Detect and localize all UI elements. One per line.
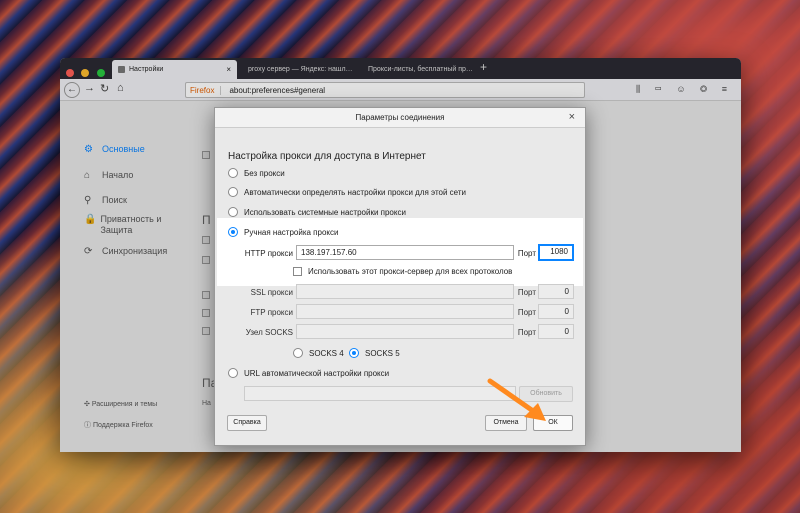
radio-system-proxy[interactable]: Использовать системные настройки прокси bbox=[228, 207, 406, 217]
sidebar-item-label: Основные bbox=[102, 144, 145, 154]
http-port-label: Порт bbox=[517, 249, 536, 258]
checkbox[interactable] bbox=[293, 267, 302, 276]
proxy-heading: Настройка прокси для доступа в Интернет bbox=[228, 151, 426, 162]
background-checkbox bbox=[202, 236, 210, 244]
socks-port-input[interactable]: 0 bbox=[538, 324, 574, 339]
auto-config-url-input[interactable] bbox=[244, 386, 516, 401]
sidebar-item-label: Синхронизация bbox=[102, 246, 168, 256]
ftp-port-label: Порт bbox=[517, 308, 536, 317]
radio-label: Ручная настройка прокси bbox=[244, 227, 339, 237]
tab-proxy-lists[interactable]: Прокси-листы, бесплатный пр… bbox=[358, 60, 476, 79]
ftp-proxy-input[interactable] bbox=[296, 304, 514, 319]
radio-button[interactable] bbox=[228, 168, 238, 178]
radio-label: SOCKS 4 bbox=[309, 348, 344, 358]
use-for-all-protocols[interactable]: Использовать этот прокси-сервер для всех… bbox=[293, 267, 512, 276]
tab-settings[interactable]: Настройки × bbox=[112, 60, 237, 79]
sidebar-item-extensions[interactable]: ✣ Расширения и темы bbox=[84, 400, 157, 408]
radio-socks5[interactable]: SOCKS 5 bbox=[349, 348, 400, 358]
background-heading: П bbox=[202, 213, 211, 227]
ftp-port-input[interactable]: 0 bbox=[538, 304, 574, 319]
ssl-proxy-input[interactable] bbox=[296, 284, 514, 299]
new-tab-button[interactable]: + bbox=[480, 60, 487, 74]
url-bar[interactable]: Firefox about:preferences#general bbox=[185, 82, 585, 98]
home-icon: ⌂ bbox=[84, 170, 91, 181]
ssl-port-label: Порт bbox=[517, 288, 536, 297]
gear-icon: ⚙ bbox=[84, 144, 93, 155]
tab-bar: Настройки × proxy сервер — Яндекс: нашл…… bbox=[60, 58, 741, 79]
http-port-input[interactable]: 1080 bbox=[538, 244, 574, 261]
arrow-pointer-icon bbox=[487, 378, 546, 421]
sidebar-item-label: Расширения и темы bbox=[91, 401, 158, 408]
radio-no-proxy[interactable]: Без прокси bbox=[228, 168, 285, 178]
background-checkbox bbox=[202, 327, 210, 335]
close-tab-icon[interactable]: × bbox=[220, 65, 231, 74]
firefox-brand-label: Firefox bbox=[190, 85, 222, 95]
sidebar-item-sync[interactable]: ⟳ Синхронизация bbox=[84, 246, 167, 257]
close-window-button[interactable] bbox=[66, 69, 74, 77]
sidebar-item-general[interactable]: ⚙ Основные bbox=[84, 144, 145, 155]
http-proxy-input[interactable]: 138.197.157.60 bbox=[296, 245, 514, 260]
forward-button[interactable]: → bbox=[84, 82, 95, 94]
socks-host-label: Узел SOCKS bbox=[245, 328, 293, 337]
radio-button[interactable] bbox=[228, 368, 238, 378]
sidebar-item-search[interactable]: ⚲ Поиск bbox=[84, 195, 127, 206]
toolbar-icons[interactable]: ⫼ ▭ ☺ ◎ ≡ bbox=[636, 84, 733, 95]
background-checkbox bbox=[202, 256, 210, 264]
lock-icon: 🔒 bbox=[84, 214, 97, 225]
sync-icon: ⟳ bbox=[84, 246, 93, 257]
puzzle-icon: ✣ bbox=[84, 401, 90, 408]
radio-button-selected[interactable] bbox=[228, 227, 238, 237]
checkbox-label: Использовать этот прокси-сервер для всех… bbox=[308, 267, 513, 276]
socks-host-input[interactable] bbox=[296, 324, 514, 339]
background-text: На bbox=[202, 400, 211, 407]
radio-label: Без прокси bbox=[244, 168, 285, 178]
radio-button[interactable] bbox=[228, 207, 238, 217]
sidebar-item-privacy[interactable]: 🔒 Приватность и Защита bbox=[84, 214, 174, 236]
radio-socks4[interactable]: SOCKS 4 bbox=[293, 348, 344, 358]
ssl-proxy-label: SSL прокси bbox=[250, 288, 293, 297]
ftp-proxy-label: FTP прокси bbox=[250, 308, 293, 317]
help-button[interactable]: Справка bbox=[227, 415, 267, 431]
home-button[interactable]: ⌂ bbox=[117, 82, 124, 94]
back-button[interactable]: ← bbox=[64, 82, 80, 98]
background-checkbox bbox=[202, 309, 210, 317]
radio-label: Использовать системные настройки прокси bbox=[244, 207, 406, 217]
radio-auto-config-url[interactable]: URL автоматической настройки прокси bbox=[228, 368, 389, 378]
sidebar-item-support[interactable]: ⓘ Поддержка Firefox bbox=[84, 420, 153, 430]
tab-label: Настройки bbox=[129, 66, 164, 73]
maximize-window-button[interactable] bbox=[96, 69, 105, 77]
search-icon: ⚲ bbox=[84, 195, 92, 206]
tab-label: Прокси-листы, бесплатный пр… bbox=[368, 66, 473, 73]
tab-yandex[interactable]: proxy сервер — Яндекс: нашл… bbox=[238, 60, 358, 79]
background-checkbox bbox=[202, 151, 210, 159]
sidebar-item-label: Приватность и Защита bbox=[100, 214, 162, 235]
sidebar-item-label: Начало bbox=[102, 170, 134, 180]
gear-icon bbox=[118, 66, 125, 73]
radio-label: URL автоматической настройки прокси bbox=[244, 368, 390, 378]
radio-manual-proxy[interactable]: Ручная настройка прокси bbox=[228, 227, 338, 237]
sidebar-item-label: Поиск bbox=[102, 195, 127, 205]
sidebar-item-home[interactable]: ⌂ Начало bbox=[84, 170, 133, 181]
dialog-title: Параметры соединения bbox=[215, 108, 585, 128]
socks-port-label: Порт bbox=[517, 328, 536, 337]
radio-label: SOCKS 5 bbox=[365, 348, 400, 358]
ssl-port-input[interactable]: 0 bbox=[538, 284, 574, 299]
help-icon: ⓘ bbox=[84, 422, 91, 429]
url-text: about:preferences#general bbox=[229, 85, 326, 95]
close-icon[interactable]: × bbox=[569, 111, 575, 123]
http-proxy-label: HTTP прокси bbox=[244, 249, 293, 258]
navigation-bar: ← → ↻ ⌂ Firefox about:preferences#genera… bbox=[60, 79, 741, 101]
sidebar-item-label: Поддержка Firefox bbox=[92, 422, 153, 429]
tab-label: proxy сервер — Яндекс: нашл… bbox=[248, 66, 353, 73]
radio-auto-detect[interactable]: Автоматически определять настройки прокс… bbox=[228, 187, 466, 197]
radio-button[interactable] bbox=[228, 187, 238, 197]
radio-button[interactable] bbox=[293, 348, 303, 358]
minimize-window-button[interactable] bbox=[81, 69, 90, 77]
reload-button[interactable]: ↻ bbox=[100, 82, 109, 95]
background-checkbox bbox=[202, 291, 210, 299]
radio-label: Автоматически определять настройки прокс… bbox=[244, 187, 466, 197]
radio-button-selected[interactable] bbox=[349, 348, 359, 358]
